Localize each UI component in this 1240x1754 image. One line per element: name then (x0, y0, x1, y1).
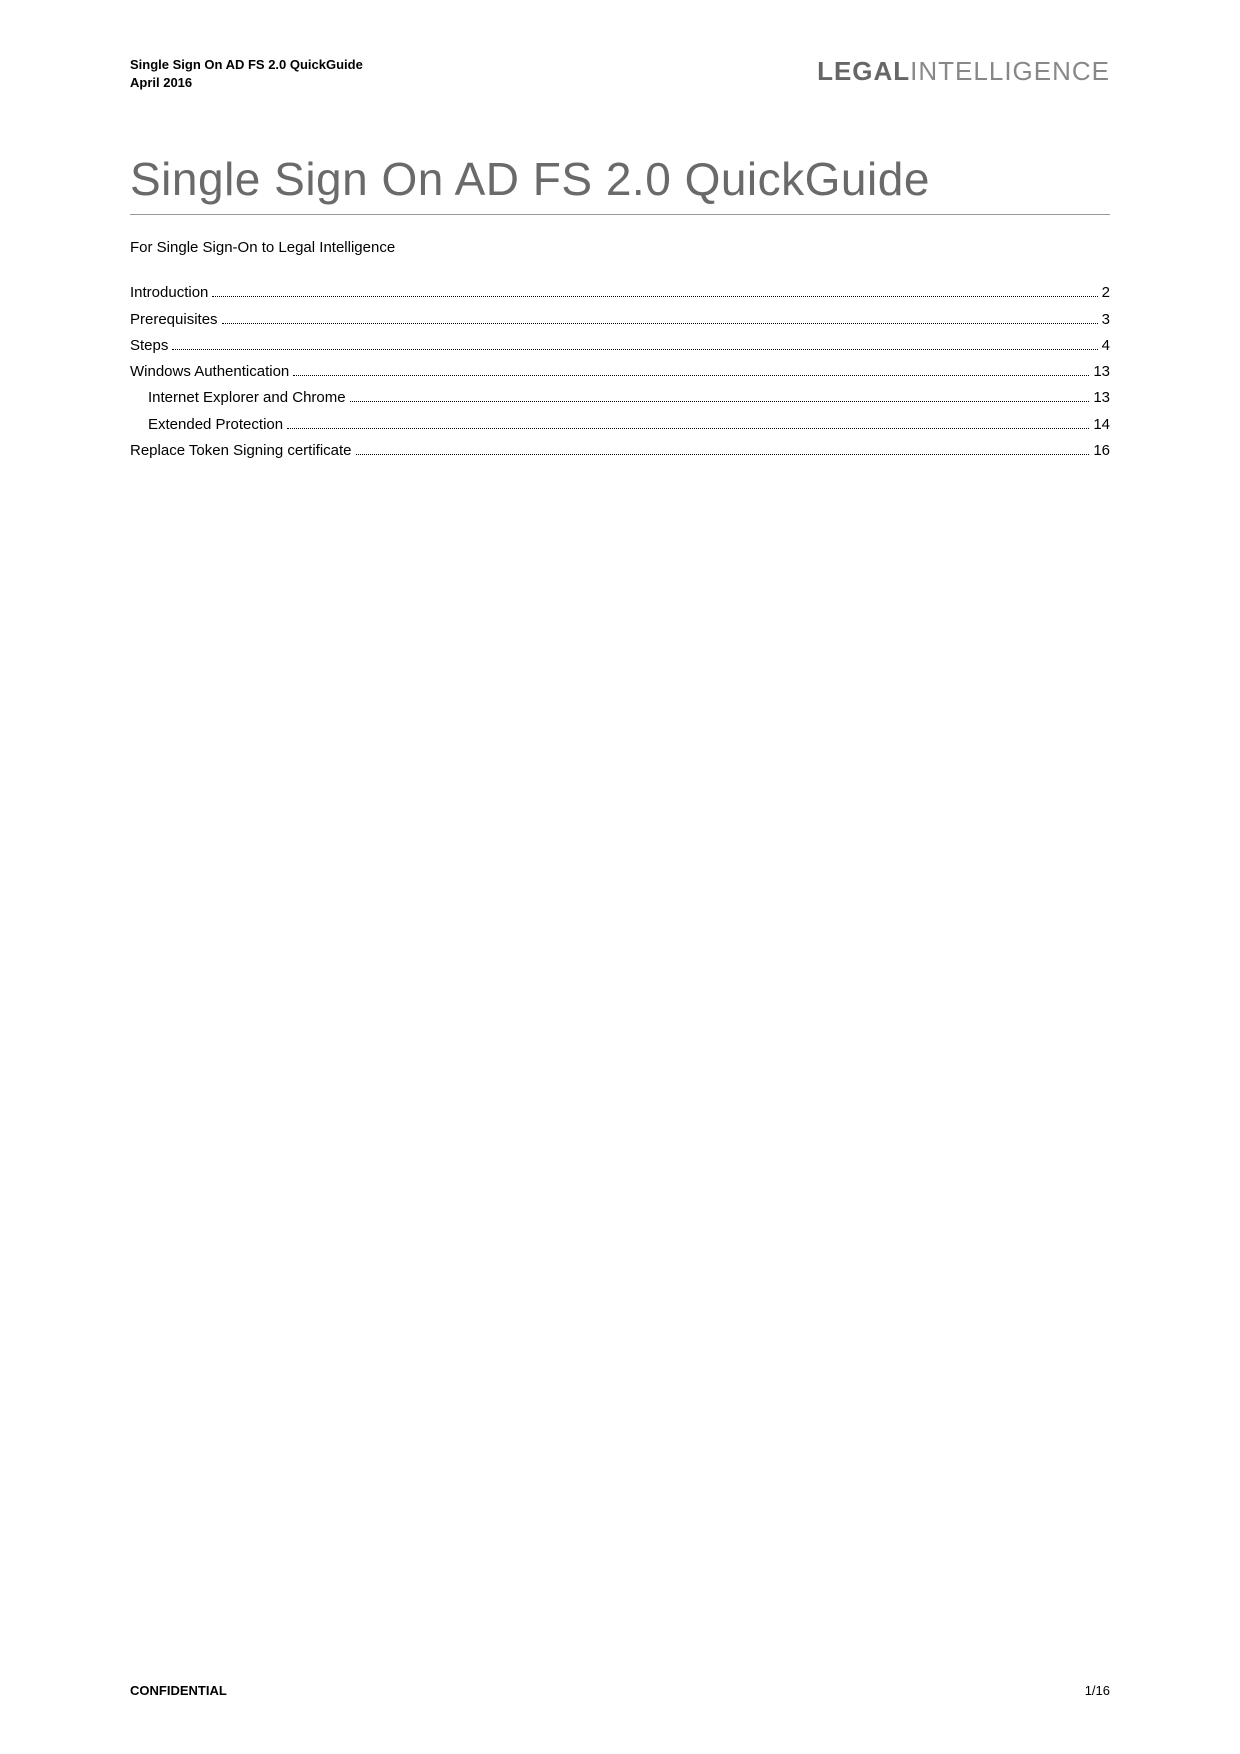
toc-entry[interactable]: Windows Authentication 13 (130, 359, 1110, 385)
header-title-line2: April 2016 (130, 74, 363, 92)
brand-bold-text: LEGAL (817, 56, 910, 86)
confidential-label: CONFIDENTIAL (130, 1683, 227, 1698)
document-title: Single Sign On AD FS 2.0 QuickGuide (130, 152, 1110, 206)
toc-leader-dots (172, 349, 1097, 350)
toc-entry[interactable]: Introduction 2 (130, 280, 1110, 306)
toc-entry[interactable]: Internet Explorer and Chrome 13 (130, 385, 1110, 411)
header-doc-info: Single Sign On AD FS 2.0 QuickGuide Apri… (130, 56, 363, 92)
toc-entry[interactable]: Replace Token Signing certificate 16 (130, 438, 1110, 464)
title-underline (130, 214, 1110, 215)
toc-label: Extended Protection (148, 412, 283, 438)
toc-page-number: 13 (1093, 359, 1110, 385)
toc-leader-dots (350, 401, 1090, 402)
table-of-contents: Introduction 2 Prerequisites 3 Steps 4 W… (130, 280, 1110, 464)
toc-entry[interactable]: Extended Protection 14 (130, 412, 1110, 438)
toc-label: Internet Explorer and Chrome (148, 385, 346, 411)
document-subtitle: For Single Sign-On to Legal Intelligence (130, 239, 1110, 256)
brand-light-text: INTELLIGENCE (910, 56, 1110, 86)
toc-leader-dots (212, 296, 1097, 297)
page-footer: CONFIDENTIAL 1/16 (130, 1683, 1110, 1698)
toc-leader-dots (356, 454, 1090, 455)
toc-label: Windows Authentication (130, 359, 289, 385)
toc-label: Introduction (130, 280, 208, 306)
toc-leader-dots (287, 428, 1089, 429)
toc-label: Prerequisites (130, 307, 218, 333)
toc-page-number: 2 (1102, 280, 1110, 306)
toc-label: Replace Token Signing certificate (130, 438, 352, 464)
toc-page-number: 14 (1093, 412, 1110, 438)
toc-page-number: 16 (1093, 438, 1110, 464)
toc-entry[interactable]: Prerequisites 3 (130, 307, 1110, 333)
toc-page-number: 4 (1102, 333, 1110, 359)
toc-leader-dots (293, 375, 1089, 376)
toc-page-number: 13 (1093, 385, 1110, 411)
page-number: 1/16 (1085, 1683, 1110, 1698)
toc-leader-dots (222, 323, 1098, 324)
page-header: Single Sign On AD FS 2.0 QuickGuide Apri… (130, 56, 1110, 92)
toc-page-number: 3 (1102, 307, 1110, 333)
toc-entry[interactable]: Steps 4 (130, 333, 1110, 359)
page-container: Single Sign On AD FS 2.0 QuickGuide Apri… (0, 0, 1240, 1754)
brand-logo: LEGALINTELLIGENCE (817, 56, 1110, 87)
header-title-line1: Single Sign On AD FS 2.0 QuickGuide (130, 56, 363, 74)
toc-label: Steps (130, 333, 168, 359)
